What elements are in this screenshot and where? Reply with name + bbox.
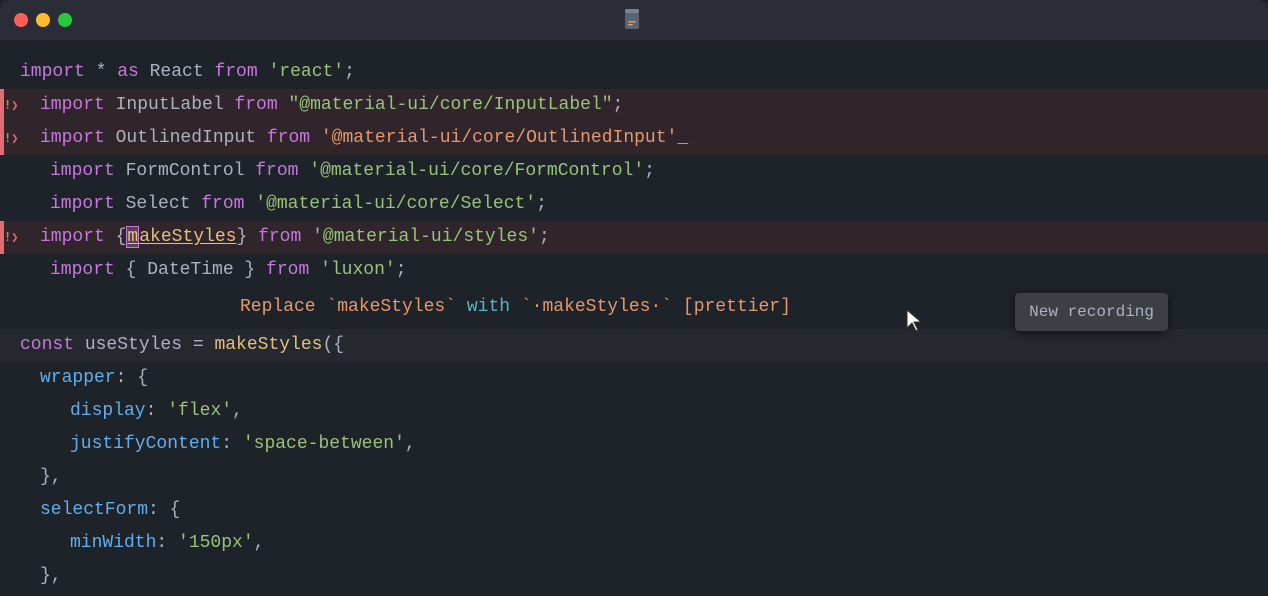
minimize-button[interactable] xyxy=(36,13,50,27)
error-marker-2: !❯ xyxy=(0,89,4,122)
suggestion-text: Replace `makeStyles` xyxy=(240,293,467,323)
code-line-13: }, xyxy=(0,461,1268,494)
code-line-16: }, xyxy=(0,560,1268,593)
code-line-11: display: 'flex', xyxy=(0,395,1268,428)
error-marker-6: !❯ xyxy=(0,221,4,254)
code-line-7: import { DateTime } from 'luxon'; xyxy=(0,254,1268,287)
code-line-suggestion: Replace `makeStyles` with `·makeStyles·`… xyxy=(0,287,1268,329)
makestyles-highlighted: makeStyles xyxy=(126,223,236,253)
code-line-3: !❯ import OutlinedInput from '@material-… xyxy=(0,122,1268,155)
code-line-5: import Select from '@material-ui/core/Se… xyxy=(0,188,1268,221)
keyword-import: import xyxy=(20,58,85,88)
maximize-button[interactable] xyxy=(58,13,72,27)
code-line-9: const useStyles = makeStyles({ xyxy=(0,329,1268,362)
code-line-2: !❯ import InputLabel from "@material-ui/… xyxy=(0,89,1268,122)
titlebar xyxy=(0,0,1268,40)
code-line-12: justifyContent: 'space-between', xyxy=(0,428,1268,461)
code-line-1: import * as React from 'react'; xyxy=(0,56,1268,89)
code-line-14: selectForm: { xyxy=(0,494,1268,527)
editor-window: import * as React from 'react'; !❯ impor… xyxy=(0,0,1268,596)
code-editor[interactable]: import * as React from 'react'; !❯ impor… xyxy=(0,40,1268,596)
new-recording-tooltip: New recording xyxy=(1015,293,1168,331)
close-button[interactable] xyxy=(14,13,28,27)
code-line-6: !❯ import {makeStyles} from '@material-u… xyxy=(0,221,1268,254)
file-icon xyxy=(625,9,643,31)
titlebar-center xyxy=(625,9,643,31)
traffic-lights xyxy=(14,13,72,27)
error-marker-3: !❯ xyxy=(0,122,4,155)
code-line-4: import FormControl from '@material-ui/co… xyxy=(0,155,1268,188)
code-line-10: wrapper: { xyxy=(0,362,1268,395)
code-line-15: minWidth: '150px', xyxy=(0,527,1268,560)
